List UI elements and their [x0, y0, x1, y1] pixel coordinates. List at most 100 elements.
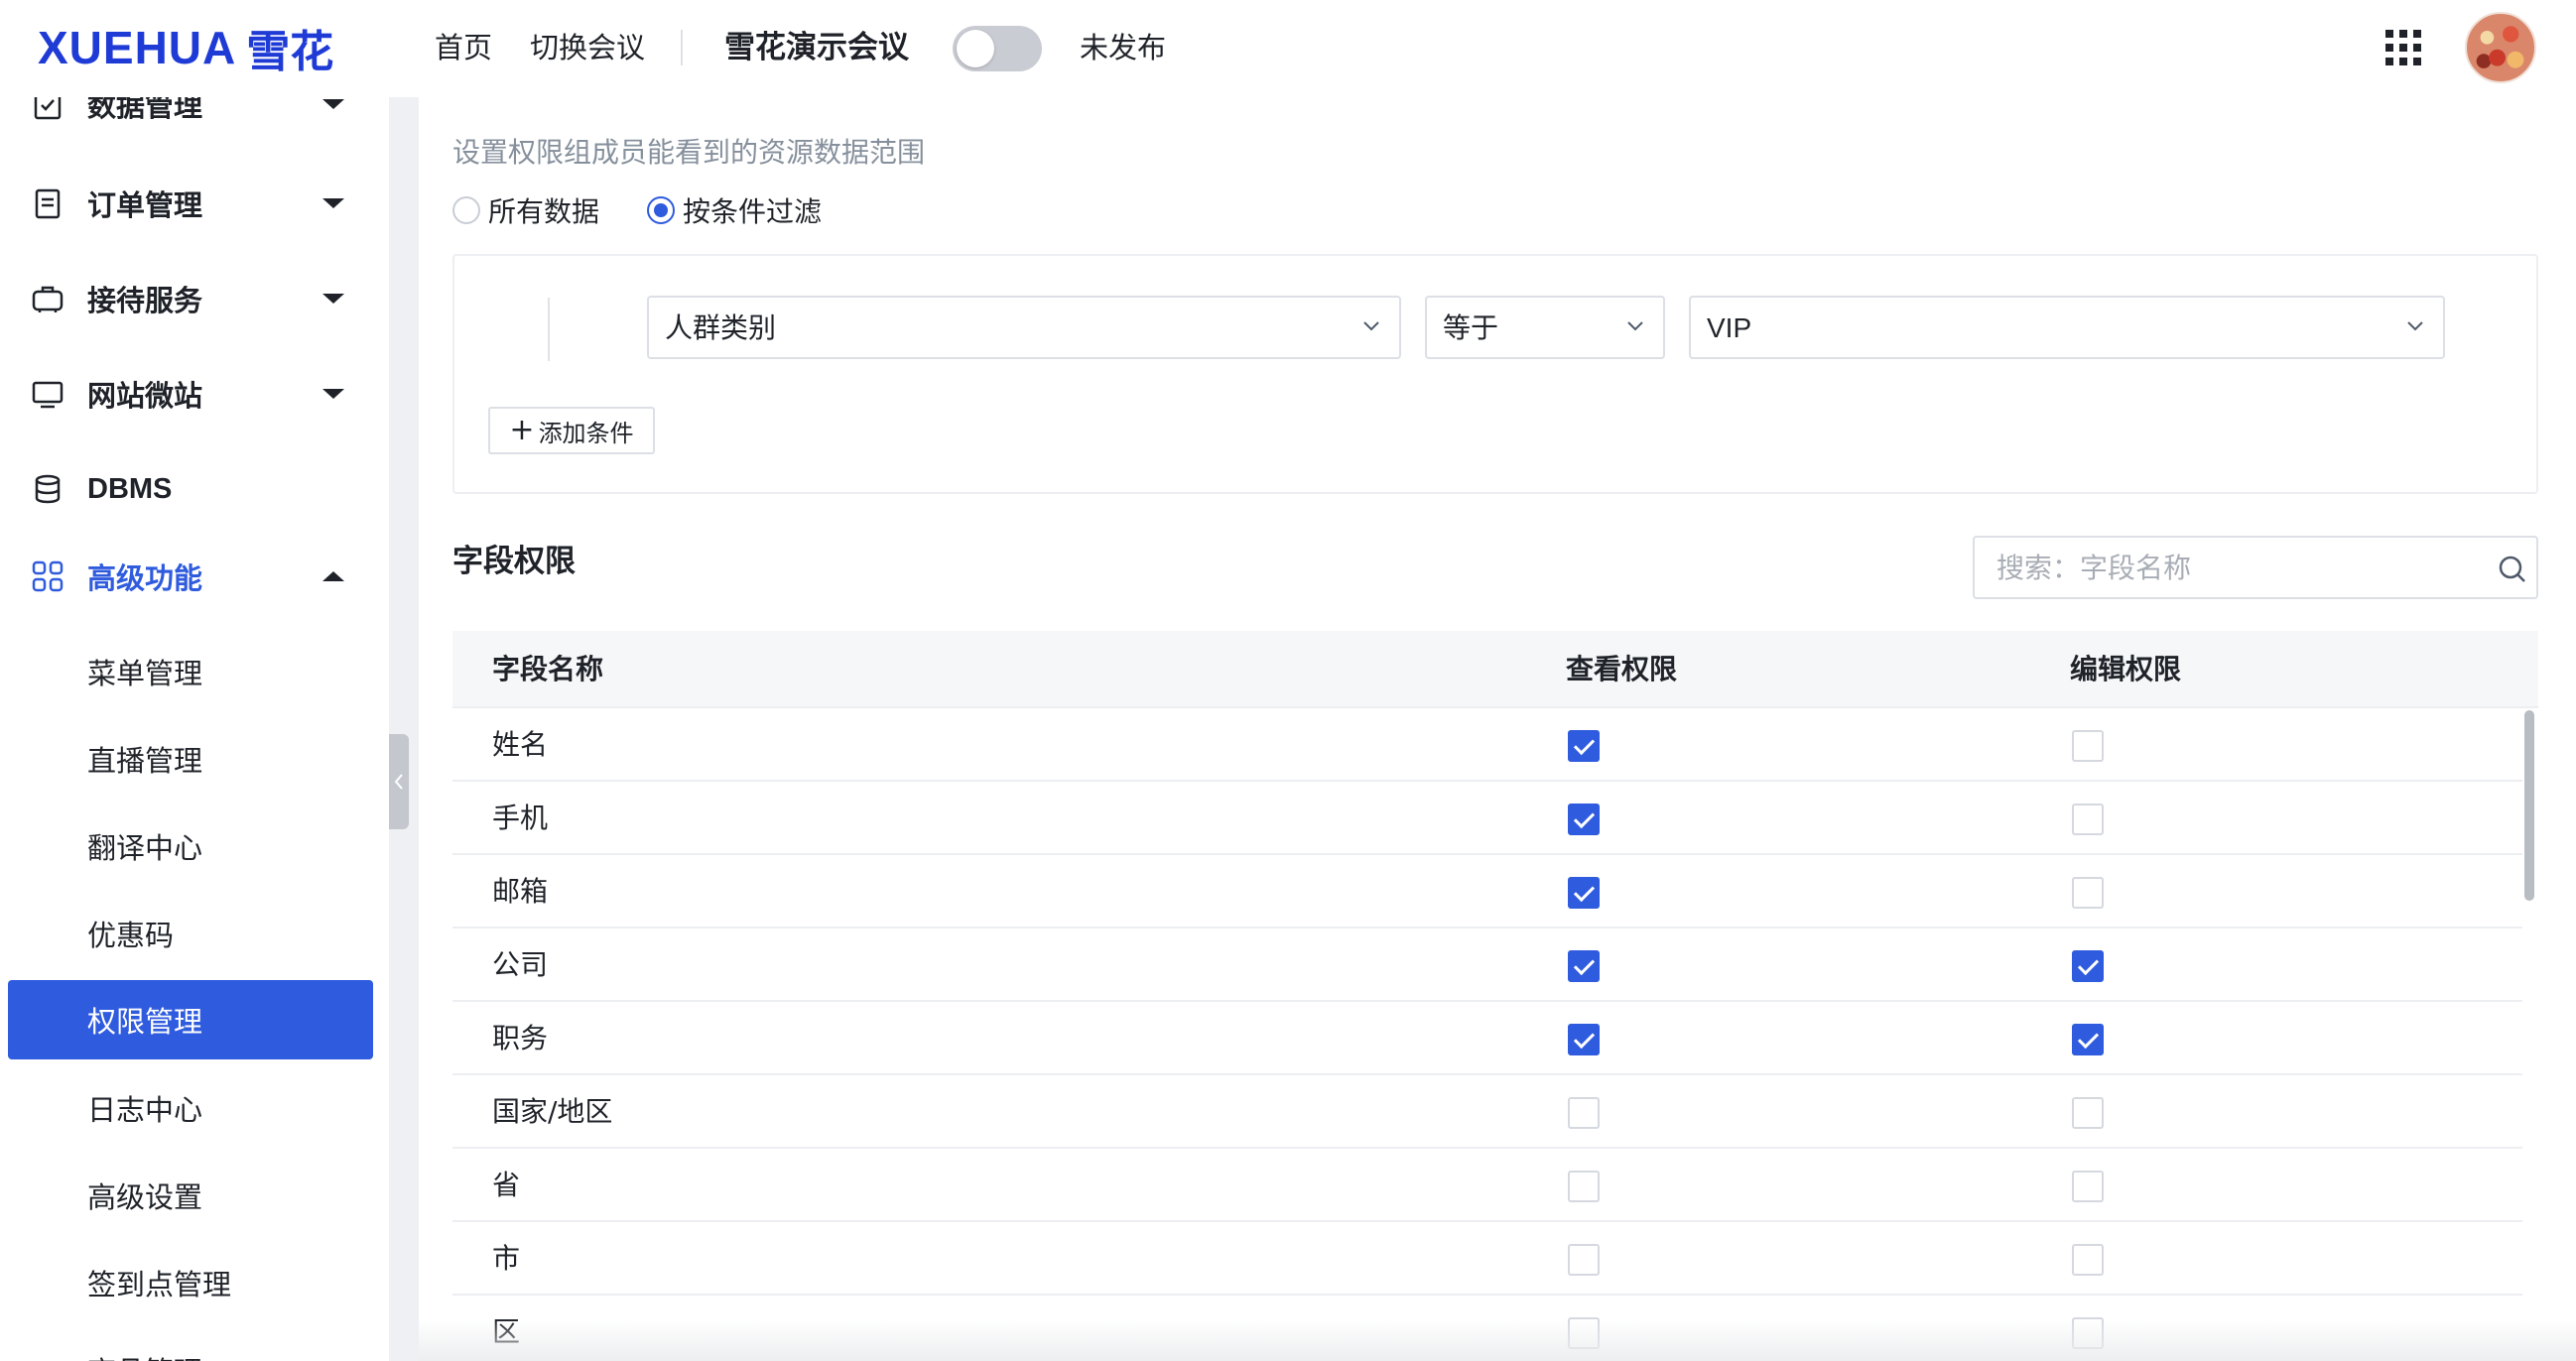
sidebar-item-order-management[interactable]: 订单管理	[0, 169, 389, 238]
view-permission-checkbox[interactable]	[1568, 950, 1600, 982]
sidebar-subitem-label: 签到点管理	[87, 1268, 232, 1301]
sidebar-item-data-management[interactable]: 数据管理	[0, 97, 389, 139]
sidebar-subitem-label: 商品管理	[87, 1349, 202, 1361]
table-row: 国家/地区	[452, 1075, 2522, 1149]
view-permission-checkbox[interactable]	[1568, 1024, 1600, 1055]
edit-permission-checkbox[interactable]	[2072, 1024, 2104, 1055]
sidebar-item-dbms[interactable]: DBMS	[0, 454, 389, 524]
monitor-icon	[32, 381, 64, 409]
table-scrollbar[interactable]	[2524, 710, 2534, 901]
select-value: 等于	[1443, 311, 1499, 344]
sidebar-subitem-translation-center[interactable]: 翻译中心	[0, 811, 389, 881]
edit-permission-checkbox[interactable]	[2072, 1171, 2104, 1202]
caret-down-icon	[322, 389, 344, 399]
radio-label: 按条件过滤	[683, 195, 823, 228]
table-row: 职务	[452, 1002, 2522, 1075]
sidebar-subitem-label: 权限管理	[87, 1005, 203, 1039]
sidebar-subitem-label: 日志中心	[87, 1093, 203, 1127]
edit-permission-checkbox[interactable]	[2072, 877, 2104, 909]
nav-switch-meeting-link[interactable]: 切换会议	[530, 28, 645, 67]
chevron-down-icon	[1363, 321, 1379, 331]
sidebar-subitem-label: 高级设置	[87, 1180, 203, 1214]
field-name-cell: 市	[492, 1242, 521, 1275]
filter-field-select[interactable]: 人群类别	[647, 296, 1401, 359]
data-scope-description: 设置权限组成员能看到的资源数据范围	[452, 136, 926, 169]
nav-home-link[interactable]: 首页	[435, 28, 492, 67]
brand-logo[interactable]: XUEHUA 雪花	[38, 20, 333, 77]
sidebar: 数据管理 订单管理 接待服务 网站微站 DBMS 高级功能 菜单管理 直播管理 …	[0, 97, 389, 1361]
publish-toggle[interactable]	[953, 26, 1042, 71]
select-value: 人群类别	[665, 311, 777, 344]
view-permission-checkbox[interactable]	[1568, 1097, 1600, 1129]
sidebar-item-advanced-features[interactable]: 高级功能	[0, 542, 389, 611]
sidebar-subitem-label: 优惠码	[87, 919, 175, 952]
column-header-view-permission: 查看权限	[1566, 653, 1678, 685]
column-header-field-name: 字段名称	[492, 653, 604, 685]
sidebar-subitem-live-management[interactable]: 直播管理	[0, 724, 389, 794]
sidebar-item-reception-service[interactable]: 接待服务	[0, 264, 389, 333]
edit-permission-checkbox[interactable]	[2072, 804, 2104, 835]
view-permission-checkbox[interactable]	[1568, 730, 1600, 762]
sidebar-item-website[interactable]: 网站微站	[0, 359, 389, 429]
sidebar-subitem-checkin-point-management[interactable]: 签到点管理	[0, 1248, 389, 1317]
edit-permission-checkbox[interactable]	[2072, 1244, 2104, 1276]
edit-permission-checkbox[interactable]	[2072, 1097, 2104, 1129]
apps-grid-icon[interactable]	[2383, 28, 2423, 67]
sidebar-item-label: 接待服务	[87, 284, 203, 317]
grid-icon	[32, 560, 64, 592]
table-row: 姓名	[452, 708, 2522, 782]
edit-permission-checkbox[interactable]	[2072, 730, 2104, 762]
meeting-name: 雪花演示会议	[724, 30, 909, 65]
table-header: 字段名称 查看权限 编辑权限	[452, 631, 2538, 708]
select-value: VIP	[1707, 312, 1752, 343]
sidebar-subitem-permission-management[interactable]: 权限管理	[8, 980, 373, 1059]
field-permissions-title: 字段权限	[452, 544, 576, 579]
table-row: 邮箱	[452, 855, 2522, 928]
radio-circle	[452, 196, 480, 224]
sidebar-item-label: 数据管理	[87, 97, 203, 123]
sidebar-subitem-coupon-code[interactable]: 优惠码	[0, 899, 389, 968]
checklist-icon	[34, 97, 62, 120]
table-row: 手机	[452, 782, 2522, 855]
filter-operator-select[interactable]: 等于	[1425, 296, 1665, 359]
add-condition-label: 添加条件	[538, 419, 634, 447]
search-icon[interactable]	[2497, 554, 2528, 585]
sidebar-subitem-label: 直播管理	[87, 744, 203, 778]
sidebar-item-label: 网站微站	[87, 379, 203, 413]
filter-value-select[interactable]: VIP	[1689, 296, 2445, 359]
caret-down-icon	[322, 294, 344, 304]
view-permission-checkbox[interactable]	[1568, 804, 1600, 835]
sidebar-item-label: 订单管理	[87, 188, 203, 222]
field-search-input[interactable]	[1996, 548, 2473, 587]
logo-text-cjk: 雪花	[246, 27, 334, 77]
field-name-cell: 邮箱	[492, 875, 549, 908]
document-icon	[35, 188, 61, 219]
view-permission-checkbox[interactable]	[1568, 1244, 1600, 1276]
radio-filter-by-condition[interactable]: 按条件过滤	[647, 190, 822, 230]
column-header-edit-permission: 编辑权限	[2070, 653, 2182, 685]
filter-conditions-box: 人群类别 等于 VIP + 添加条件	[452, 254, 2538, 494]
data-scope-radio-group: 所有数据 按条件过滤	[452, 190, 869, 230]
chevron-left-icon	[394, 774, 403, 790]
bottom-fade	[419, 1319, 2576, 1361]
sidebar-subitem-menu-management[interactable]: 菜单管理	[0, 637, 389, 706]
chevron-down-icon	[1627, 321, 1643, 331]
view-permission-checkbox[interactable]	[1568, 877, 1600, 909]
radio-all-data[interactable]: 所有数据	[452, 190, 599, 230]
sidebar-subitem-advanced-settings[interactable]: 高级设置	[0, 1161, 389, 1230]
edit-permission-checkbox[interactable]	[2072, 950, 2104, 982]
sidebar-subitem-log-center[interactable]: 日志中心	[0, 1073, 389, 1143]
user-avatar[interactable]	[2465, 12, 2536, 83]
table-row: 公司	[452, 928, 2522, 1002]
nav-divider	[681, 30, 683, 65]
sidebar-item-label: 高级功能	[87, 561, 203, 595]
field-name-cell: 手机	[492, 802, 549, 834]
sidebar-collapse-handle[interactable]	[389, 734, 409, 829]
logo-text-latin: XUEHUA	[38, 22, 237, 73]
table-row: 市	[452, 1222, 2522, 1296]
add-condition-button[interactable]: + 添加条件	[488, 407, 655, 454]
database-icon	[35, 474, 61, 504]
sidebar-subitem-product-management[interactable]: 商品管理	[0, 1335, 389, 1361]
caret-down-icon	[322, 99, 344, 109]
view-permission-checkbox[interactable]	[1568, 1171, 1600, 1202]
